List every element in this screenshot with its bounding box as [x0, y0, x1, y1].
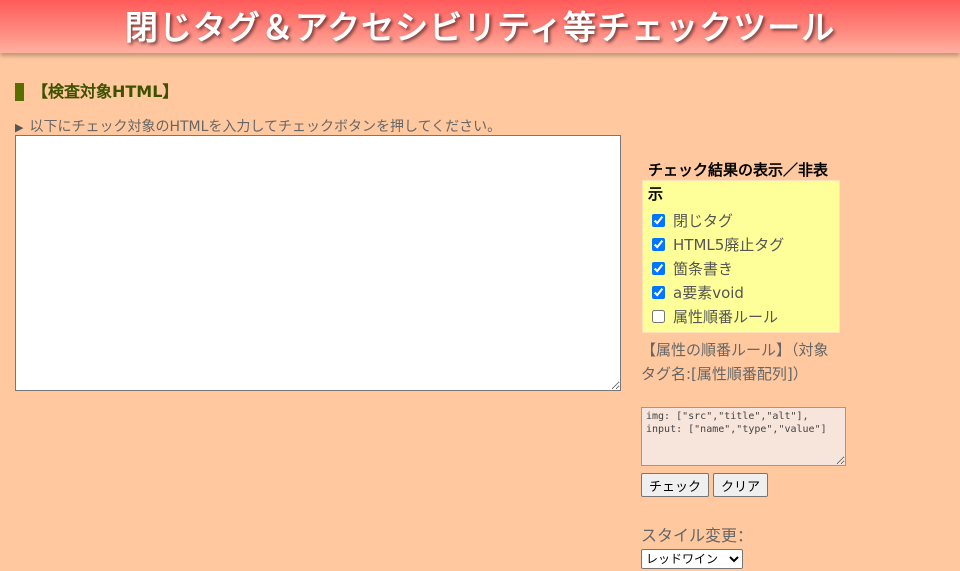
html-input[interactable]: [15, 135, 621, 391]
triangle-right-icon: ▶: [15, 121, 24, 134]
toggle-html5-obsolete[interactable]: HTML5廃止タグ: [650, 232, 840, 256]
action-buttons: チェック クリア: [641, 473, 769, 497]
html5-obsolete-checkbox[interactable]: [652, 237, 665, 251]
a-void-checkbox[interactable]: [652, 285, 665, 299]
input-section-title: 【検査対象HTML】: [15, 83, 178, 101]
display-toggle-list: 閉じタグ HTML5廃止タグ 箇条書き a要素void 属性順番ルール: [650, 208, 840, 328]
toggle-bullet-list[interactable]: 箇条書き: [650, 256, 840, 280]
bullet-list-checkbox[interactable]: [652, 261, 665, 275]
attribute-rule-heading: 【属性の順番ルール】（対象タグ名:[属性順番配列]）: [641, 341, 829, 383]
toggle-label: 属性順番ルール: [673, 307, 779, 326]
close-tag-checkbox[interactable]: [652, 213, 665, 227]
toggle-label: 箇条書き: [673, 259, 734, 278]
toggle-a-void[interactable]: a要素void: [650, 280, 840, 304]
toggle-label: HTML5廃止タグ: [673, 235, 785, 254]
style-select[interactable]: レッドワイン: [641, 549, 743, 569]
attr-order-checkbox[interactable]: [652, 309, 665, 323]
display-toggle-title: チェック結果の表示／非表示: [648, 161, 829, 203]
toggle-attr-order[interactable]: 属性順番ルール: [650, 304, 840, 328]
toggle-close-tag[interactable]: 閉じタグ: [650, 208, 840, 232]
clear-button[interactable]: クリア: [713, 473, 769, 497]
style-change-label: スタイル変更：: [641, 526, 754, 545]
toggle-label: 閉じタグ: [673, 211, 734, 230]
instruction-text: ▶ 以下にチェック対象のHTMLを入力してチェックボタンを押してください。: [15, 116, 501, 136]
check-button[interactable]: チェック: [641, 473, 710, 497]
toggle-label: a要素void: [673, 283, 744, 302]
app-header: 閉じタグ＆アクセシビリティ等チェックツール: [0, 0, 960, 53]
app-title: 閉じタグ＆アクセシビリティ等チェックツール: [124, 8, 836, 47]
attribute-rule-input[interactable]: img: ["src","title","alt"], input: ["nam…: [641, 407, 846, 466]
instruction-label: 以下にチェック対象のHTMLを入力してチェックボタンを押してください。: [29, 119, 502, 135]
